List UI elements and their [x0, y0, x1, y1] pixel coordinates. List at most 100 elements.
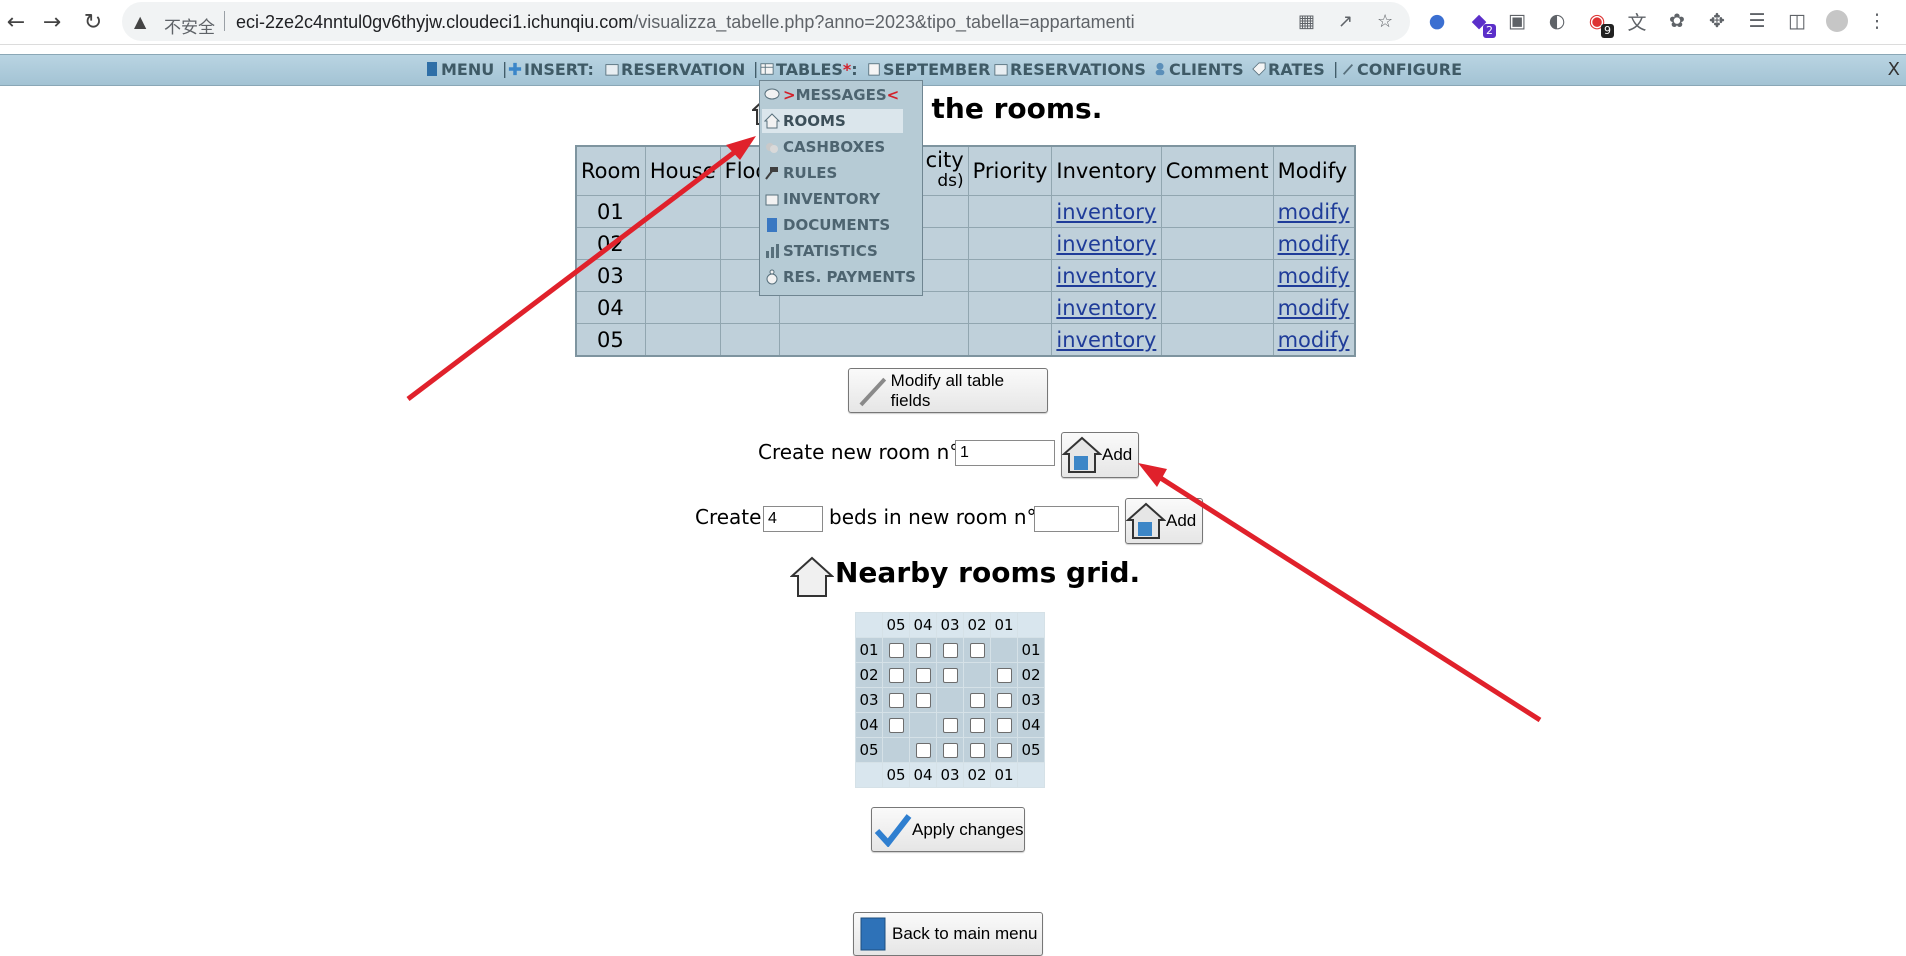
- grid-checkbox[interactable]: [969, 718, 985, 733]
- inventory-link[interactable]: inventory: [1056, 296, 1156, 320]
- grid-checkbox[interactable]: [942, 743, 958, 758]
- clients-label: CLIENTS: [1169, 60, 1244, 79]
- inventory-link[interactable]: inventory: [1056, 232, 1156, 256]
- grid-corner: [855, 612, 883, 638]
- side-panel-icon[interactable]: ◫: [1784, 8, 1810, 34]
- back-to-main-menu-button[interactable]: Back to main menu: [853, 912, 1043, 956]
- profile-avatar-icon[interactable]: [1824, 8, 1850, 34]
- close-button[interactable]: X: [1888, 59, 1900, 80]
- clients-link[interactable]: CLIENTS: [1153, 60, 1244, 79]
- rates-link[interactable]: RATES: [1252, 60, 1325, 79]
- grid-cell: [909, 712, 937, 738]
- grid-row: 01 01: [855, 637, 1045, 663]
- bookmark-star-icon[interactable]: ☆: [1377, 11, 1393, 32]
- address-bar[interactable]: ▲ 不安全 eci-2ze2c4nntul0gv6thyjw.cloudeci1…: [122, 2, 1410, 41]
- grey-extension-icon[interactable]: ◐: [1544, 8, 1570, 34]
- modify-cell: modify: [1272, 195, 1356, 228]
- separator: |: [502, 59, 508, 78]
- dropdown-item-rooms[interactable]: ROOMS: [762, 109, 903, 133]
- leaf-extension-icon[interactable]: ✿: [1664, 8, 1690, 34]
- dropdown-item-inventory[interactable]: INVENTORY: [762, 187, 903, 211]
- september-link[interactable]: SEPTEMBER: [867, 60, 990, 79]
- apply-changes-button[interactable]: Apply changes: [871, 807, 1025, 852]
- table-row: 04 inventory modify: [575, 291, 1356, 324]
- grid-checkbox[interactable]: [969, 643, 985, 658]
- back-arrow-icon[interactable]: ←: [0, 6, 32, 38]
- url-text[interactable]: eci-2ze2c4nntul0gv6thyjw.cloudeci1.ichun…: [236, 12, 1135, 33]
- grid-cell: [963, 662, 991, 688]
- globe-extension-icon[interactable]: ●: [1424, 8, 1450, 34]
- reload-icon[interactable]: ↻: [77, 6, 109, 38]
- insert-text: INSERT:: [524, 60, 594, 79]
- menu-link[interactable]: MENU: [425, 60, 494, 79]
- grid-checkbox[interactable]: [969, 693, 985, 708]
- configure-link[interactable]: CONFIGURE: [1341, 60, 1462, 79]
- app-menu-bar: MENU | INSERT: RESERVATION | TABLES*: SE…: [0, 54, 1906, 86]
- new-room-number-input[interactable]: [955, 440, 1055, 466]
- translate-icon[interactable]: ▦: [1298, 11, 1315, 32]
- grid-cell: [936, 712, 964, 738]
- tag-icon: [1252, 62, 1266, 76]
- dropdown-item-messages[interactable]: >MESSAGES<: [762, 83, 903, 107]
- add-room-button[interactable]: Add: [1061, 432, 1139, 478]
- grid-checkbox[interactable]: [915, 643, 931, 658]
- modify-link[interactable]: modify: [1278, 328, 1350, 352]
- translate-extension-icon[interactable]: 文: [1624, 8, 1650, 34]
- add-beds-button[interactable]: Add: [1125, 498, 1203, 544]
- add-label: Add: [1102, 445, 1133, 464]
- modify-link[interactable]: modify: [1278, 296, 1350, 320]
- grid-checkbox[interactable]: [996, 668, 1012, 683]
- purple-extension-icon[interactable]: ◆ 2: [1466, 8, 1496, 38]
- grid-checkbox[interactable]: [996, 743, 1012, 758]
- reservations-link[interactable]: RESERVATIONS: [994, 60, 1146, 79]
- reading-list-icon[interactable]: ☰: [1744, 8, 1770, 34]
- grid-checkbox[interactable]: [969, 743, 985, 758]
- puzzle-extensions-icon[interactable]: ✥: [1704, 8, 1730, 34]
- grid-checkbox[interactable]: [915, 693, 931, 708]
- grid-checkbox[interactable]: [996, 718, 1012, 733]
- grid-checkbox[interactable]: [888, 693, 904, 708]
- inventory-link[interactable]: inventory: [1056, 200, 1156, 224]
- grid-checkbox[interactable]: [888, 668, 904, 683]
- dropdown-item-res-payments[interactable]: RES. PAYMENTS: [762, 265, 920, 289]
- dropdown-item-cashboxes[interactable]: CASHBOXES: [762, 135, 903, 159]
- grid-checkbox[interactable]: [915, 668, 931, 683]
- reservation-link[interactable]: RESERVATION: [605, 60, 745, 79]
- messages-prefix: >: [783, 86, 796, 104]
- dropdown-item-statistics[interactable]: STATISTICS: [762, 239, 903, 263]
- grid-cell: [882, 687, 910, 713]
- grid-checkbox[interactable]: [942, 718, 958, 733]
- share-icon[interactable]: ↗: [1338, 11, 1353, 32]
- grid-checkbox[interactable]: [888, 643, 904, 658]
- grid-row: 02 02: [855, 662, 1045, 688]
- grid-checkbox[interactable]: [915, 743, 931, 758]
- grid-row: 03 03: [855, 687, 1045, 713]
- inventory-link[interactable]: inventory: [1056, 328, 1156, 352]
- table-cell: [967, 323, 1053, 357]
- dropdown-item-documents[interactable]: DOCUMENTS: [762, 213, 903, 237]
- modify-link[interactable]: modify: [1278, 232, 1350, 256]
- tables-menu[interactable]: TABLES*:: [760, 60, 858, 79]
- separator: |: [753, 59, 759, 78]
- grid-header-row: 05 04 03 02 01: [855, 612, 1045, 638]
- forward-arrow-icon[interactable]: →: [36, 6, 68, 38]
- red-extension-icon[interactable]: ◉ 9: [1584, 8, 1614, 38]
- dropdown-item-rules[interactable]: RULES: [762, 161, 903, 185]
- beds-count-input[interactable]: [763, 506, 823, 532]
- grid-checkbox[interactable]: [942, 668, 958, 683]
- panda-extension-icon[interactable]: ▣: [1504, 8, 1530, 34]
- grid-checkbox[interactable]: [996, 693, 1012, 708]
- inventory-link[interactable]: inventory: [1056, 264, 1156, 288]
- kebab-menu-icon[interactable]: ⋮: [1864, 8, 1890, 34]
- modify-all-fields-button[interactable]: Modify all table fields: [848, 368, 1048, 413]
- september-label: SEPTEMBER: [883, 60, 991, 79]
- inventory-cell: inventory: [1051, 259, 1162, 292]
- beds-room-number-input[interactable]: [1034, 506, 1119, 532]
- modify-link[interactable]: modify: [1278, 200, 1350, 224]
- modify-link[interactable]: modify: [1278, 264, 1350, 288]
- grid-checkbox[interactable]: [942, 643, 958, 658]
- apply-label: Apply changes: [912, 819, 1024, 839]
- grid-checkbox[interactable]: [888, 718, 904, 733]
- plus-icon: [508, 62, 522, 76]
- dropdown-item-label: CASHBOXES: [783, 138, 886, 156]
